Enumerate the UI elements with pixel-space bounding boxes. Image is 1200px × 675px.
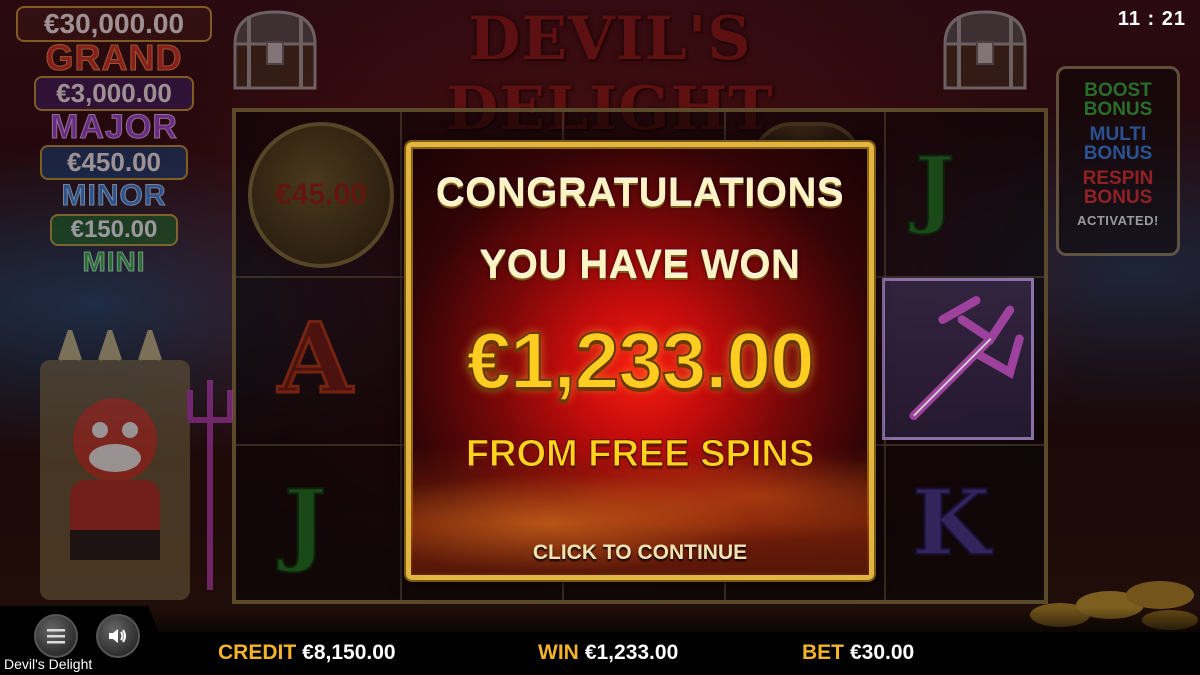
speaker-icon (109, 629, 126, 643)
trident-icon (909, 296, 1024, 420)
coin-value: €45.00 (275, 178, 367, 211)
treasure-chest-icon (943, 10, 1027, 90)
bonus-word: MULTI (1089, 124, 1147, 145)
jackpot-ladder: €30,000.00 GRAND €3,000.00 MAJOR €450.00… (14, 6, 214, 280)
boost-bonus: BOOST BONUS (1059, 81, 1177, 119)
jackpot-grand: €30,000.00 GRAND (14, 6, 214, 76)
sound-button[interactable] (96, 614, 140, 658)
symbol-j: J (283, 469, 328, 577)
win-amount: €1,233.00 (466, 315, 816, 406)
you-have-won-text: YOU HAVE WON (479, 243, 801, 287)
bonus-word: BOOST (1084, 80, 1152, 101)
menu-icon (47, 629, 65, 644)
win-label: WIN (538, 641, 579, 664)
bonus-status: ACTIVATED! (1077, 213, 1159, 228)
congratulations-text: CONGRATULATIONS (435, 171, 845, 215)
jackpot-label: GRAND (45, 37, 183, 78)
menu-button[interactable] (34, 614, 78, 658)
app-name: Devil's Delight (4, 656, 93, 672)
bonus-panel: BOOST BONUS MULTI BONUS RESPIN BONUS ACT… (1056, 66, 1180, 256)
win-display: WIN €1,233.00 (538, 641, 678, 665)
clock: 11 : 21 (1117, 8, 1186, 30)
bottom-shade (150, 608, 1200, 634)
jackpot-major: €3,000.00 MAJOR (14, 76, 214, 146)
win-value: €1,233.00 (584, 641, 679, 664)
reel-divider (400, 112, 402, 600)
click-to-continue[interactable]: CLICK TO CONTINUE (411, 541, 869, 565)
credit-display: CREDIT €8,150.00 (218, 641, 396, 665)
bonus-word: BONUS (1083, 143, 1153, 164)
jackpot-mini: €150.00 MINI (14, 214, 214, 280)
bonus-word: RESPIN (1082, 168, 1154, 189)
credit-value: €8,150.00 (302, 641, 396, 664)
jackpot-label: MINOR (61, 179, 167, 213)
devil-king (40, 330, 233, 600)
coin-symbol: €45.00 (248, 122, 394, 268)
jackpot-minor: €450.00 MINOR (14, 145, 214, 214)
game-stage: DEVIL'S DELIGHT 11 : 21 €30,000.00 GRAND… (0, 0, 1200, 675)
bonus-word: BONUS (1083, 99, 1153, 120)
multi-bonus: MULTI BONUS (1059, 125, 1177, 163)
bet-label: BET (802, 641, 844, 664)
credit-label: CREDIT (218, 641, 297, 664)
symbol-k: K (911, 469, 991, 577)
bonus-word: BONUS (1083, 187, 1153, 208)
bet-display[interactable]: BET €30.00 (802, 641, 914, 665)
jackpot-label: MINI (82, 246, 146, 278)
respin-bonus: RESPIN BONUS (1059, 169, 1177, 207)
jackpot-amount: €450.00 (40, 145, 188, 180)
jackpot-amount: €150.00 (50, 214, 178, 246)
symbol-a: A (276, 301, 354, 417)
trident-symbol (882, 278, 1034, 440)
symbol-j: J (914, 137, 956, 238)
win-source: FROM FREE SPINS (465, 433, 815, 476)
win-dialog[interactable]: CONGRATULATIONS YOU HAVE WON €1,233.00 F… (406, 142, 874, 580)
jackpot-amount: €3,000.00 (34, 76, 194, 111)
jackpot-label: MAJOR (50, 108, 178, 146)
bet-value: €30.00 (850, 641, 915, 664)
